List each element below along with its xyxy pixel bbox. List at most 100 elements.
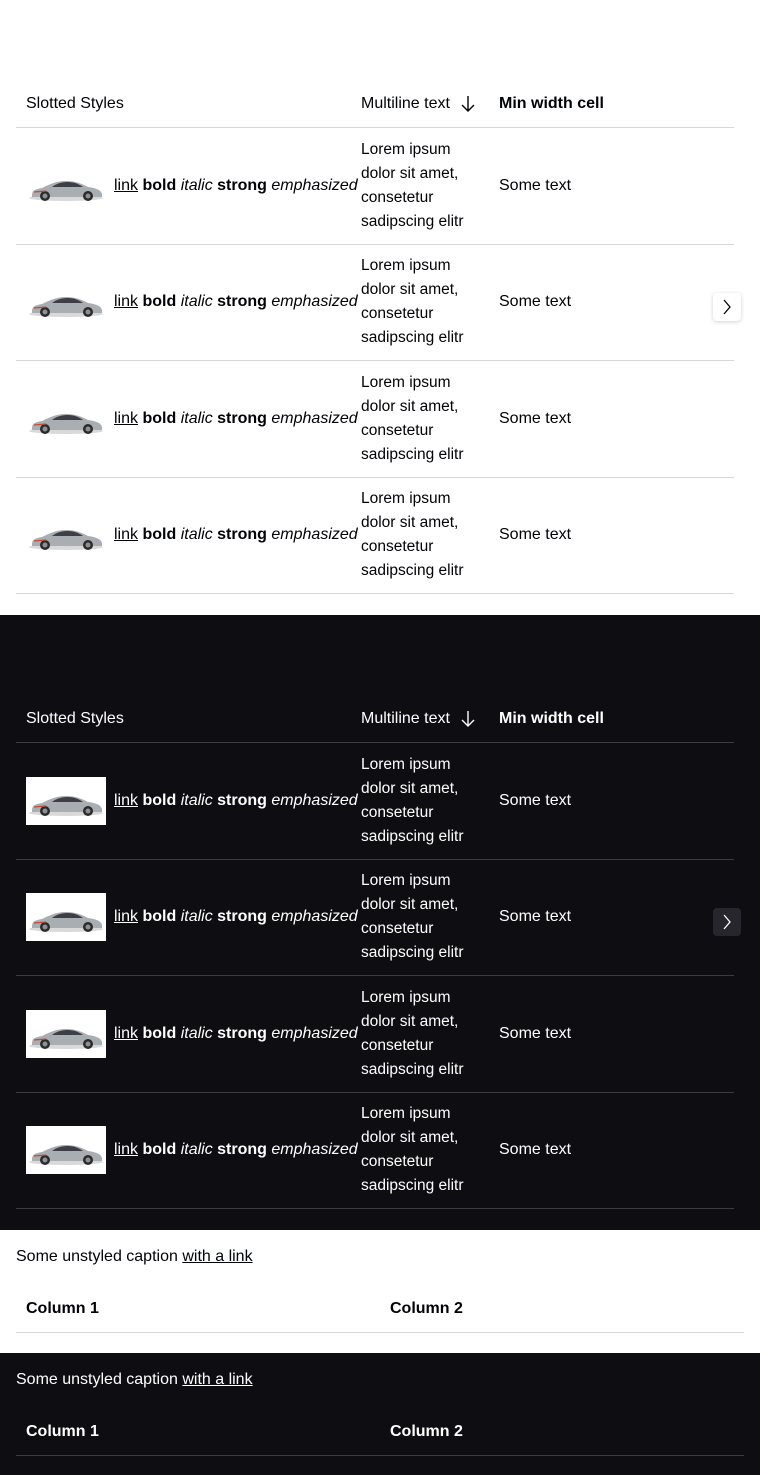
multiline-line: Lorem ipsum [361, 1105, 451, 1123]
multiline-line: sadipscing elitr [361, 329, 464, 347]
car-icon [26, 1126, 106, 1175]
multiline-text: Lorem ipsum dolor sit amet, consetetur sadi… [361, 138, 466, 234]
multiline-line: sadipscing elitr [361, 212, 464, 230]
multiline-line: dolor sit amet, [361, 1129, 459, 1147]
bold-text: bold [142, 791, 177, 809]
strong-text: strong [217, 409, 267, 427]
caption-link[interactable]: with a link [182, 1371, 252, 1388]
multiline-cell: Lorem ipsum dolor sit amet, consetetur sadi… [351, 1102, 489, 1198]
strong-text: strong [217, 791, 267, 809]
strong-text: strong [217, 1024, 267, 1042]
min-width-cell: Some text [499, 409, 572, 427]
caption-text: Some unstyled caption [16, 1248, 183, 1265]
header-column-2: Column 2 [390, 1300, 463, 1317]
header-slotted-styles: Slotted Styles [26, 94, 124, 112]
table-scroll-area[interactable]: Slotted Styles Multiline text Min width … [16, 80, 734, 594]
multiline-line: Lorem ipsum [361, 872, 451, 890]
table-scroll-area[interactable]: Slotted Styles Multiline text Min width … [16, 695, 734, 1209]
table-section-dark: Slotted Styles Multiline text Min width … [0, 615, 760, 1230]
car-icon [29, 297, 103, 318]
row-link[interactable]: link [114, 908, 138, 925]
table-row: link bold italic strong emphasized Lorem … [16, 743, 734, 860]
car-icon [26, 1009, 106, 1058]
header-multiline-label: Multiline text [361, 94, 450, 112]
styled-text: link bold italic strong emphasized [114, 410, 358, 428]
header-column-1: Column 1 [26, 1423, 99, 1440]
min-width-cell: Some text [499, 526, 572, 544]
slotted-styles-cell: link bold italic strong emphasized [16, 162, 358, 210]
row-link[interactable]: link [114, 1025, 138, 1042]
table-row: link bold italic strong emphasized Lorem … [16, 361, 734, 478]
scroll-right-button[interactable] [713, 908, 741, 936]
multiline-text: Lorem ipsum dolor sit amet, consetetur sadi… [361, 986, 466, 1082]
multiline-cell: Lorem ipsum dolor sit amet, consetetur sadi… [351, 487, 489, 583]
slotted-styles-cell: link bold italic strong emphasized [16, 511, 358, 559]
italic-text: italic [180, 908, 213, 926]
styled-text: link bold italic strong emphasized [114, 177, 358, 195]
car-icon [26, 776, 106, 825]
table-header-row: Slotted Styles Multiline text Min width … [16, 695, 734, 743]
multiline-line: sadipscing elitr [361, 1177, 464, 1195]
multiline-line: dolor sit amet, [361, 397, 459, 415]
header-multiline-text[interactable]: Multiline text [351, 710, 489, 728]
styled-text: link bold italic strong emphasized [114, 293, 358, 311]
table-row: link bold italic strong emphasized Lorem … [16, 478, 734, 594]
table-row: link bold italic strong emphasized Lorem … [16, 860, 734, 976]
italic-text: italic [180, 176, 213, 194]
multiline-cell: Lorem ipsum dolor sit amet, consetetur sadi… [351, 254, 489, 350]
multiline-text: Lorem ipsum dolor sit amet, consetetur sadi… [361, 753, 466, 849]
car-icon [29, 530, 103, 551]
emphasized-text: emphasized [271, 526, 358, 544]
table-header-row: Slotted Styles Multiline text Min width … [16, 80, 734, 128]
header-multiline-text[interactable]: Multiline text [351, 95, 489, 113]
italic-text: italic [180, 293, 213, 311]
multiline-cell: Lorem ipsum dolor sit amet, consetetur sadi… [351, 138, 489, 234]
slotted-styles-cell: link bold italic strong emphasized [16, 1126, 358, 1175]
row-link[interactable]: link [114, 410, 138, 427]
multiline-line: consetetur [361, 1153, 434, 1171]
caption-table-dark: Some unstyled caption with a link Column… [0, 1353, 760, 1475]
table-row: link bold italic strong emphasized Lorem … [16, 245, 734, 361]
bold-text: bold [142, 526, 177, 544]
scroll-right-button[interactable] [713, 293, 741, 321]
caption-link[interactable]: with a link [182, 1248, 252, 1265]
table-row: link bold italic strong emphasized Lorem … [16, 976, 734, 1093]
row-link[interactable]: link [114, 526, 138, 543]
car-icon [29, 413, 103, 434]
row-link[interactable]: link [114, 792, 138, 809]
strong-text: strong [217, 1141, 267, 1159]
header-slotted-styles: Slotted Styles [26, 709, 124, 727]
min-width-cell: Some text [499, 176, 572, 194]
slotted-styles-cell: link bold italic strong emphasized [16, 1009, 358, 1058]
multiline-line: consetetur [361, 920, 434, 938]
multiline-line: Lorem ipsum [361, 257, 451, 275]
emphasized-text: emphasized [271, 409, 358, 427]
multiline-line: consetetur [361, 1036, 434, 1054]
car-icon [29, 180, 103, 201]
table-caption: Some unstyled caption with a link [16, 1353, 744, 1409]
row-link[interactable]: link [114, 1141, 138, 1158]
multiline-line: consetetur [361, 305, 434, 323]
header-column-2: Column 2 [390, 1423, 463, 1440]
slotted-styles-cell: link bold italic strong emphasized [16, 395, 358, 443]
multiline-line: dolor sit amet, [361, 1012, 459, 1030]
italic-text: italic [180, 791, 213, 809]
multiline-line: dolor sit amet, [361, 281, 459, 299]
italic-text: italic [180, 1141, 213, 1159]
bold-text: bold [142, 293, 177, 311]
multiline-line: dolor sit amet, [361, 896, 459, 914]
multiline-cell: Lorem ipsum dolor sit amet, consetetur sadi… [351, 753, 489, 849]
row-link[interactable]: link [114, 293, 138, 310]
min-width-cell: Some text [499, 1141, 572, 1159]
multiline-line: Lorem ipsum [361, 490, 451, 508]
styled-text: link bold italic strong emphasized [114, 908, 358, 926]
multiline-text: Lorem ipsum dolor sit amet, consetetur sadi… [361, 254, 466, 350]
arrow-down-icon[interactable] [460, 95, 476, 113]
row-link[interactable]: link [114, 177, 138, 194]
emphasized-text: emphasized [271, 1024, 358, 1042]
header-min-width-cell: Min width cell [499, 94, 604, 112]
arrow-down-icon[interactable] [460, 710, 476, 728]
multiline-line: sadipscing elitr [361, 944, 464, 962]
emphasized-text: emphasized [271, 293, 358, 311]
emphasized-text: emphasized [271, 1141, 358, 1159]
